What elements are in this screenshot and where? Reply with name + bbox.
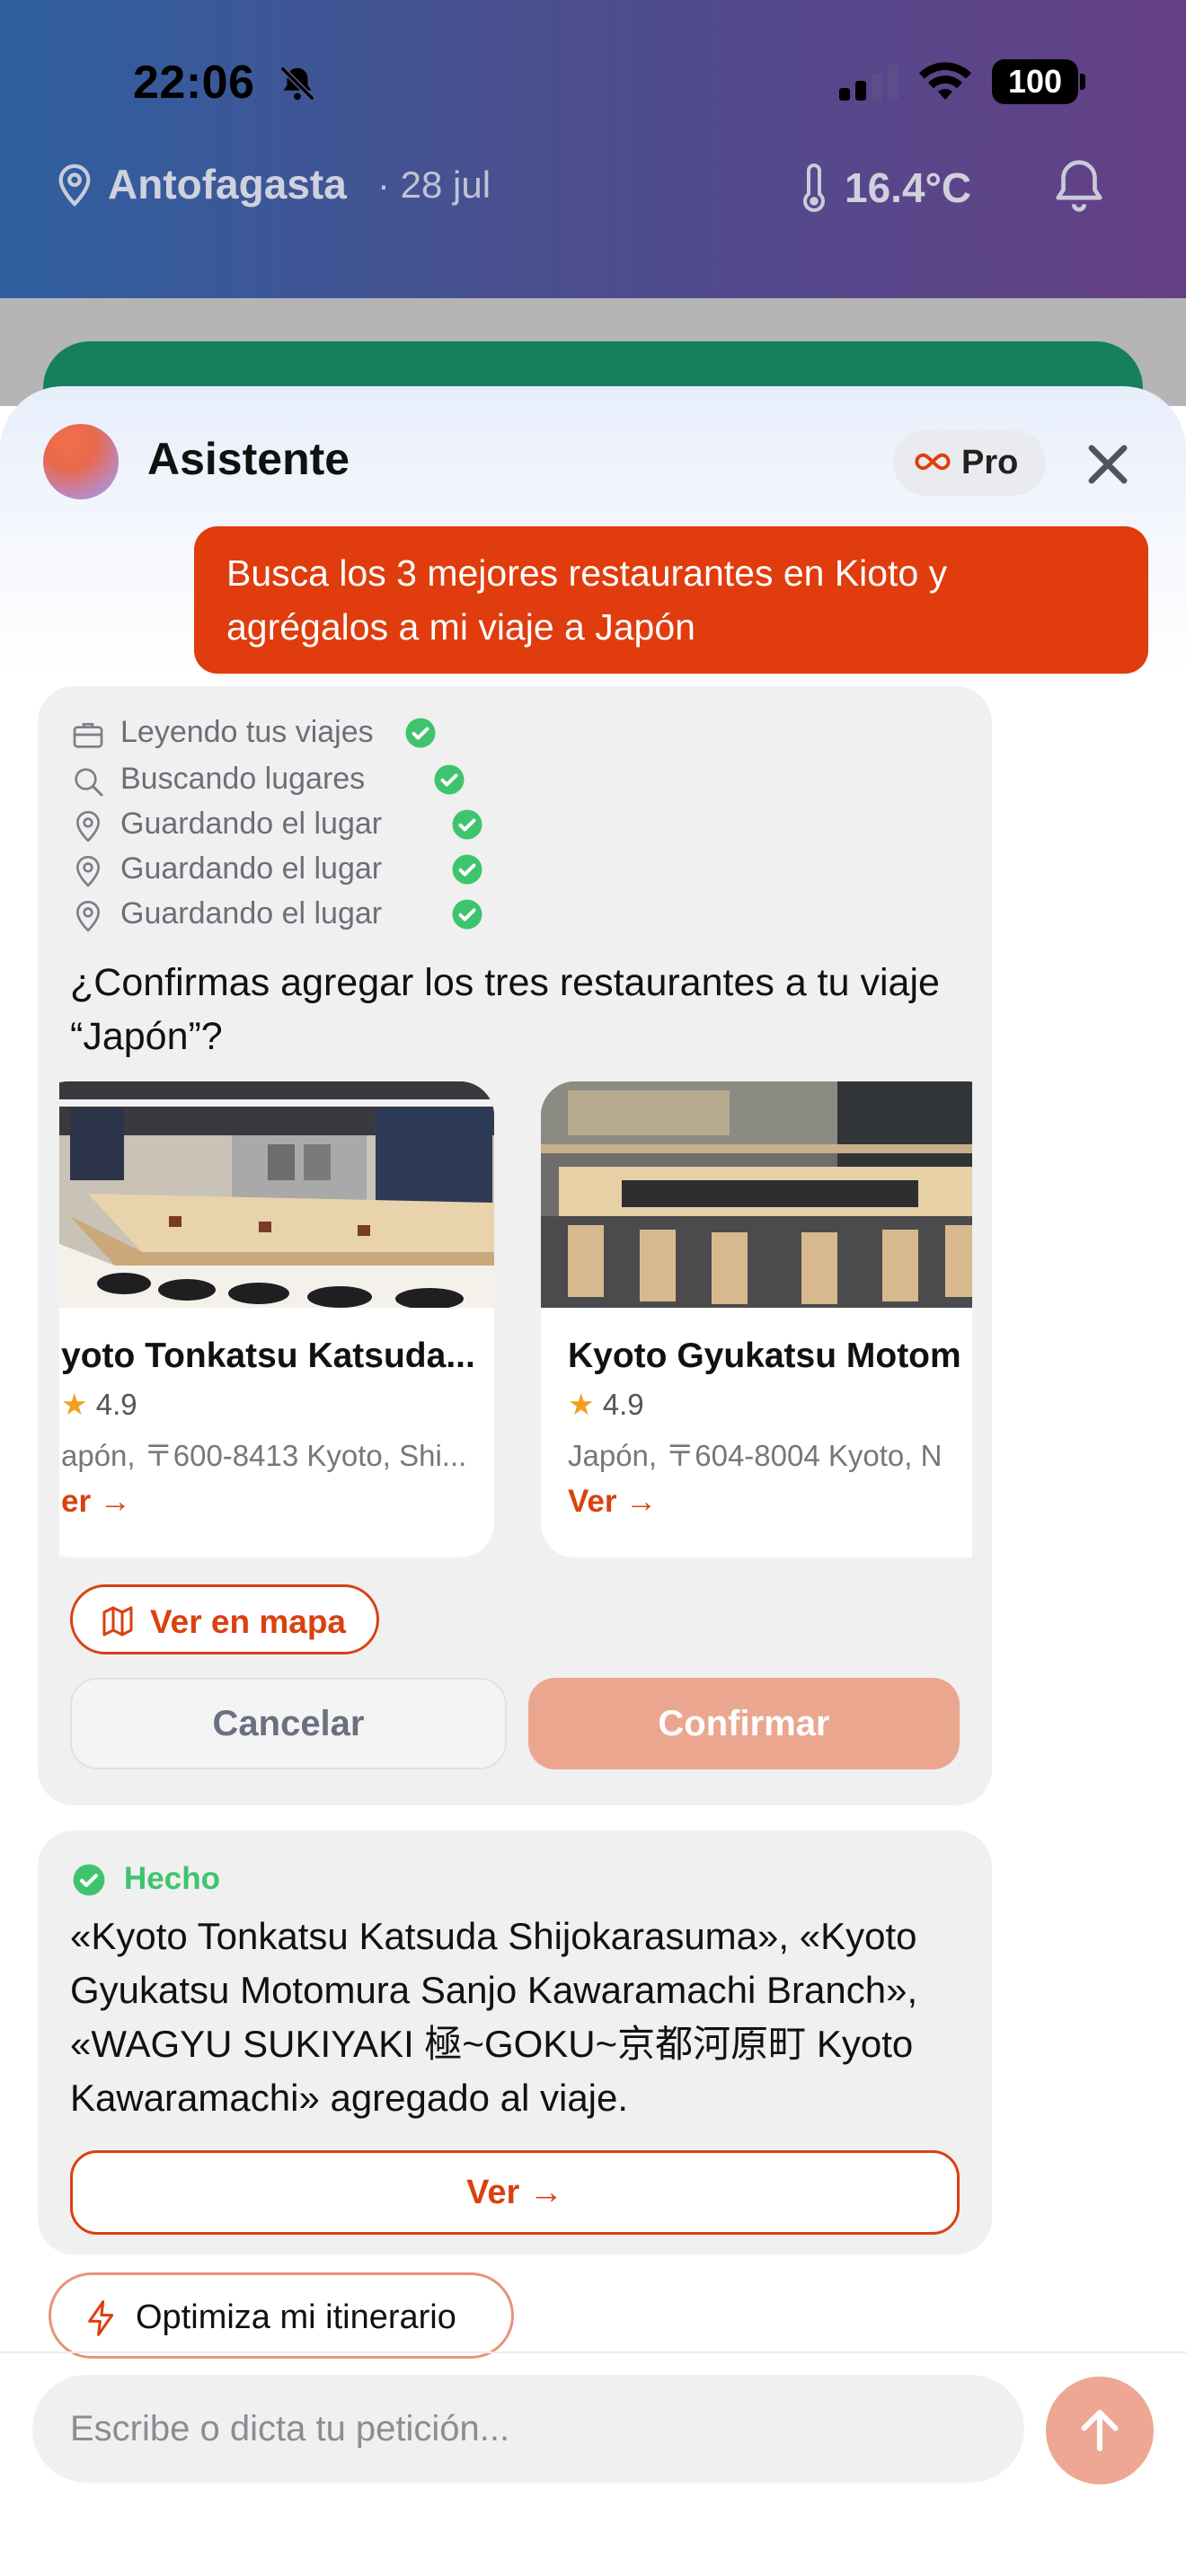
sheet-title: Asistente	[147, 434, 350, 484]
tool-step: Guardando el lugar	[70, 848, 609, 893]
status-bar: 22:06 100	[0, 56, 1186, 119]
restaurant-view-link[interactable]: er →	[61, 1484, 131, 1520]
view-on-map-button[interactable]: Ver en mapa	[70, 1584, 379, 1654]
restaurant-address: Japón, 〒604-8004 Kyoto, N	[568, 1439, 943, 1472]
restaurant-address: apón, 〒600-8413 Kyoto, Shi...	[61, 1439, 467, 1472]
thermometer-icon	[803, 163, 825, 212]
check-circle-icon	[452, 899, 482, 930]
rating-value: 4.9	[95, 1388, 137, 1421]
briefcase-icon	[73, 723, 103, 748]
restaurant-rating: ★ 4.9	[61, 1387, 137, 1422]
assistant-message-card: Leyendo tus viajes Buscando lugares Guar…	[38, 686, 992, 1805]
location-row[interactable]: Antofagasta · 28 jul 16.4°C	[54, 153, 1132, 216]
done-message-card: Hecho «Kyoto Tonkatsu Katsuda Shijokaras…	[38, 1831, 992, 2254]
clock: 22:06	[133, 57, 255, 109]
tool-step: Guardando el lugar	[70, 893, 609, 938]
input-placeholder: Escribe o dicta tu petición...	[70, 2409, 510, 2448]
check-circle-icon	[434, 764, 465, 795]
arrow-up-icon	[1081, 2410, 1119, 2451]
pin-icon	[75, 810, 101, 842]
top-header: 22:06 100 Antofagasta · 28 jul 16.4°C	[0, 0, 1186, 298]
arrow-right-icon: →	[99, 1484, 131, 1519]
assistant-sheet: Asistente Pro Busca los 3 mejores restau…	[0, 386, 1186, 2576]
view-label: er	[61, 1484, 92, 1519]
done-text: «Kyoto Tonkatsu Katsuda Shijokarasuma», …	[70, 1915, 918, 2119]
send-button[interactable]	[1046, 2377, 1154, 2484]
battery-indicator: 100	[992, 59, 1085, 104]
view-label: Ver	[568, 1484, 617, 1519]
view-on-map-label: Ver en mapa	[150, 1603, 347, 1640]
pro-badge[interactable]: Pro	[893, 429, 1046, 496]
confirmation-question: ¿Confirmas agregar los tres restaurantes…	[70, 961, 940, 1058]
sheet-header: Asistente Pro	[0, 386, 1186, 530]
restaurant-rating: ★ 4.9	[568, 1387, 644, 1422]
done-label: Hecho	[124, 1861, 220, 1896]
tool-step-label: Guardando el lugar	[120, 851, 383, 886]
close-icon[interactable]	[1080, 437, 1136, 492]
cancel-button[interactable]: Cancelar	[70, 1678, 507, 1769]
suggestion-chip[interactable]: Optimiza mi itinerario	[49, 2272, 514, 2359]
restaurant-card[interactable]: yoto Tonkatsu Katsuda... ★ 4.9 apón, 〒60…	[59, 1081, 494, 1557]
bell-muted-icon	[279, 66, 315, 101]
tool-step-label: Leyendo tus viajes	[120, 715, 374, 749]
location-pin-icon	[58, 163, 91, 207]
restaurant-view-link[interactable]: Ver →	[568, 1484, 657, 1520]
arrow-right-icon: →	[625, 1484, 658, 1519]
tool-step-label: Buscando lugares	[120, 762, 366, 796]
tool-step-label: Guardando el lugar	[120, 807, 383, 841]
message-input[interactable]: Escribe o dicta tu petición...	[32, 2375, 1024, 2483]
city-name: Antofagasta	[108, 161, 347, 207]
tool-step-label: Guardando el lugar	[120, 896, 383, 931]
view-trip-label: Ver	[466, 2174, 520, 2211]
pin-icon	[75, 900, 101, 932]
tool-step: Leyendo tus viajes	[70, 711, 609, 756]
infinity-icon	[915, 453, 951, 471]
suggestion-label: Optimiza mi itinerario	[136, 2298, 456, 2336]
check-circle-icon	[73, 1864, 105, 1896]
rating-value: 4.9	[602, 1388, 644, 1421]
pro-label: Pro	[961, 444, 1019, 481]
restaurant-name: Kyoto Gyukatsu Motom	[568, 1337, 961, 1375]
arrow-right-icon: →	[528, 2174, 563, 2211]
trip-date: · 28 jul	[377, 163, 491, 206]
check-circle-icon	[452, 809, 482, 840]
pin-icon	[75, 855, 101, 887]
assistant-avatar	[43, 424, 119, 499]
map-icon	[102, 1606, 133, 1636]
restaurant-carousel[interactable]: yoto Tonkatsu Katsuda... ★ 4.9 apón, 〒60…	[59, 1081, 972, 1557]
restaurant-photo	[541, 1081, 972, 1308]
user-message: Busca los 3 mejores restaurantes en Kiot…	[194, 526, 1148, 674]
lightning-icon	[88, 2300, 114, 2336]
restaurant-card[interactable]: Kyoto Gyukatsu Motom ★ 4.9 Japón, 〒604-8…	[541, 1081, 972, 1557]
restaurant-name: yoto Tonkatsu Katsuda...	[61, 1337, 475, 1375]
cellular-signal-icon	[839, 65, 898, 101]
star-icon: ★	[568, 1388, 595, 1421]
tool-step: Guardando el lugar	[70, 803, 609, 848]
temperature: 16.4°C	[845, 164, 972, 211]
check-circle-icon	[452, 854, 482, 885]
star-icon: ★	[61, 1388, 88, 1421]
divider	[0, 2351, 1186, 2353]
view-trip-button[interactable]: Ver →	[70, 2150, 960, 2235]
notification-bell-icon[interactable]	[1048, 154, 1111, 217]
restaurant-photo	[59, 1081, 494, 1308]
check-circle-icon	[405, 718, 436, 748]
wifi-icon	[919, 62, 971, 100]
search-icon	[75, 768, 103, 797]
confirm-button[interactable]: Confirmar	[528, 1678, 960, 1769]
tool-step: Buscando lugares	[70, 758, 609, 803]
